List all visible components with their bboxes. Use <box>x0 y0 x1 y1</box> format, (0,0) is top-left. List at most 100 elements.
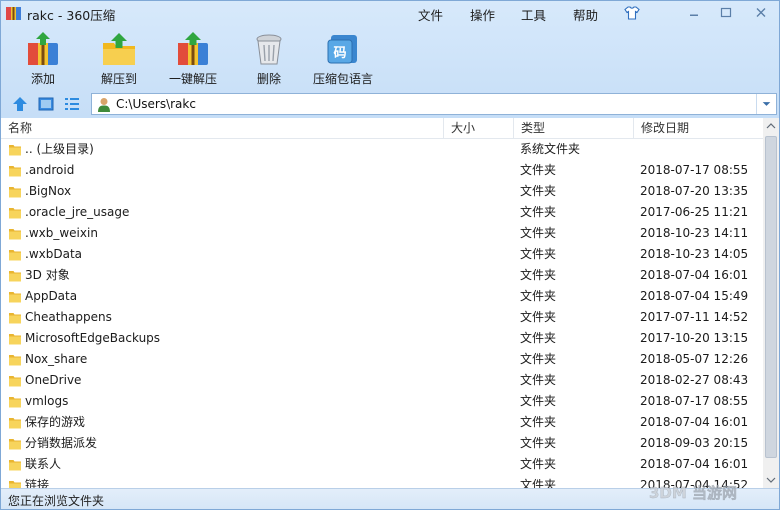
vertical-scrollbar[interactable] <box>763 118 779 488</box>
scroll-thumb[interactable] <box>765 136 777 458</box>
row-type: 文件夹 <box>520 268 557 282</box>
app-window: rakc - 360压缩 文件 操作 工具 帮助 添加 解压到 一键解压 删除 … <box>0 0 780 510</box>
table-row[interactable]: MicrosoftEdgeBackups 文件夹 2017-10-20 13:15 <box>1 328 763 349</box>
chevron-down-icon[interactable] <box>756 94 776 114</box>
address-bar[interactable]: C:\Users\rakc <box>91 93 777 115</box>
list-view-icon[interactable] <box>63 95 81 113</box>
file-list: 名称 大小 类型 修改日期 .. (上级目录) 系统文件夹 .android 文件夹 2… <box>1 118 779 488</box>
row-type: 文件夹 <box>520 394 557 408</box>
table-row[interactable]: .. (上级目录) 系统文件夹 <box>1 139 763 160</box>
folder-icon <box>9 355 21 366</box>
maximize-icon[interactable] <box>717 5 735 21</box>
one-click-extract-icon <box>178 32 208 65</box>
row-modified: 2017-06-25 11:21 <box>640 205 749 219</box>
column-header: 名称 大小 类型 修改日期 <box>1 118 763 139</box>
app-logo-icon <box>6 7 21 20</box>
row-type: 文件夹 <box>520 247 557 261</box>
add-button[interactable]: 添加 <box>15 27 71 89</box>
table-row[interactable]: .oracle_jre_usage 文件夹 2017-06-25 11:21 <box>1 202 763 223</box>
menu-file[interactable]: 文件 <box>418 5 443 24</box>
row-name: MicrosoftEdgeBackups <box>25 331 161 345</box>
table-row[interactable]: .BigNox 文件夹 2018-07-20 13:35 <box>1 181 763 202</box>
folder-icon <box>9 397 21 408</box>
row-modified: 2017-07-11 14:52 <box>640 310 749 324</box>
menu-tools[interactable]: 工具 <box>521 5 546 24</box>
row-type: 文件夹 <box>520 415 557 429</box>
menu-help[interactable]: 帮助 <box>573 5 598 24</box>
table-row[interactable]: .wxbData 文件夹 2018-10-23 14:05 <box>1 244 763 265</box>
archive-language-label: 压缩包语言 <box>312 72 373 86</box>
folder-icon <box>9 418 21 429</box>
table-row[interactable]: Nox_share 文件夹 2018-05-07 12:26 <box>1 349 763 370</box>
folder-icon <box>9 229 21 240</box>
folder-icon <box>9 250 21 261</box>
trash-can-icon <box>256 34 282 65</box>
row-type: 文件夹 <box>520 205 557 219</box>
row-name: 分销数据派发 <box>25 436 98 450</box>
row-type: 文件夹 <box>520 163 557 177</box>
row-name: vmlogs <box>25 394 69 408</box>
column-size[interactable]: 大小 <box>444 118 514 139</box>
window-title: rakc - 360压缩 <box>27 8 116 23</box>
folder-icon <box>9 145 21 156</box>
delete-button[interactable]: 删除 <box>247 27 291 89</box>
toolbar: 添加 解压到 一键解压 删除 码 压缩包语言 <box>1 27 779 89</box>
extract-to-button[interactable]: 解压到 <box>91 27 147 89</box>
row-name: 链接 <box>25 478 50 488</box>
table-row[interactable]: AppData 文件夹 2018-07-04 15:49 <box>1 286 763 307</box>
table-row[interactable]: .android 文件夹 2018-07-17 08:55 <box>1 160 763 181</box>
row-name: .BigNox <box>25 184 72 198</box>
row-name: Cheathappens <box>25 310 112 324</box>
table-row[interactable]: 联系人 文件夹 2018-07-04 16:01 <box>1 454 763 475</box>
archive-language-button[interactable]: 码 压缩包语言 <box>309 27 377 89</box>
column-modified[interactable]: 修改日期 <box>634 118 763 139</box>
up-arrow-icon[interactable] <box>11 95 29 113</box>
title-bar: rakc - 360压缩 文件 操作 工具 帮助 <box>1 1 779 25</box>
extract-folder-icon <box>103 33 135 65</box>
archive-language-icon: 码 <box>327 35 357 64</box>
row-type: 系统文件夹 <box>520 142 581 156</box>
folder-icon <box>9 481 21 488</box>
one-click-extract-button[interactable]: 一键解压 <box>161 27 225 89</box>
row-modified: 2018-07-04 16:01 <box>640 457 749 471</box>
row-type: 文件夹 <box>520 352 557 366</box>
row-type: 文件夹 <box>520 310 557 324</box>
table-row[interactable]: vmlogs 文件夹 2018-07-17 08:55 <box>1 391 763 412</box>
address-path: C:\Users\rakc <box>116 97 196 111</box>
folder-icon <box>9 187 21 198</box>
folder-icon <box>9 460 21 471</box>
add-label: 添加 <box>30 72 55 86</box>
table-row[interactable]: 3D 对象 文件夹 2018-07-04 16:01 <box>1 265 763 286</box>
scroll-up-icon[interactable] <box>763 118 779 135</box>
menu-operation[interactable]: 操作 <box>470 5 495 24</box>
row-type: 文件夹 <box>520 226 557 240</box>
row-name: OneDrive <box>25 373 82 387</box>
folder-icon <box>9 208 21 219</box>
table-row[interactable]: .wxb_weixin 文件夹 2018-10-23 14:11 <box>1 223 763 244</box>
watermark-text: 3DM 当游网 <box>649 484 737 502</box>
table-row[interactable]: OneDrive 文件夹 2018-02-27 08:43 <box>1 370 763 391</box>
folder-icon <box>9 271 21 282</box>
row-modified: 2018-10-23 14:05 <box>640 247 749 261</box>
row-type: 文件夹 <box>520 289 557 303</box>
row-name: 3D 对象 <box>25 268 70 282</box>
folder-icon <box>9 313 21 324</box>
table-row[interactable]: 保存的游戏 文件夹 2018-07-04 16:01 <box>1 412 763 433</box>
close-icon[interactable] <box>752 5 770 21</box>
one-click-extract-label: 一键解压 <box>168 72 217 86</box>
column-name[interactable]: 名称 <box>1 118 444 139</box>
row-name: .. (上级目录) <box>25 142 94 156</box>
row-name: 联系人 <box>25 457 62 471</box>
add-archive-icon <box>28 32 58 65</box>
row-type: 文件夹 <box>520 184 557 198</box>
minimize-icon[interactable] <box>685 5 703 21</box>
row-modified: 2018-10-23 14:11 <box>640 226 749 240</box>
thumbnail-view-icon[interactable] <box>37 95 55 113</box>
column-type[interactable]: 类型 <box>514 118 634 139</box>
shirt-icon[interactable] <box>623 5 641 21</box>
table-row[interactable]: Cheathappens 文件夹 2017-07-11 14:52 <box>1 307 763 328</box>
row-name: .wxbData <box>25 247 82 261</box>
row-modified: 2018-07-04 15:49 <box>640 289 749 303</box>
table-row[interactable]: 分销数据派发 文件夹 2018-09-03 20:15 <box>1 433 763 454</box>
language-glyph: 码 <box>333 46 346 61</box>
